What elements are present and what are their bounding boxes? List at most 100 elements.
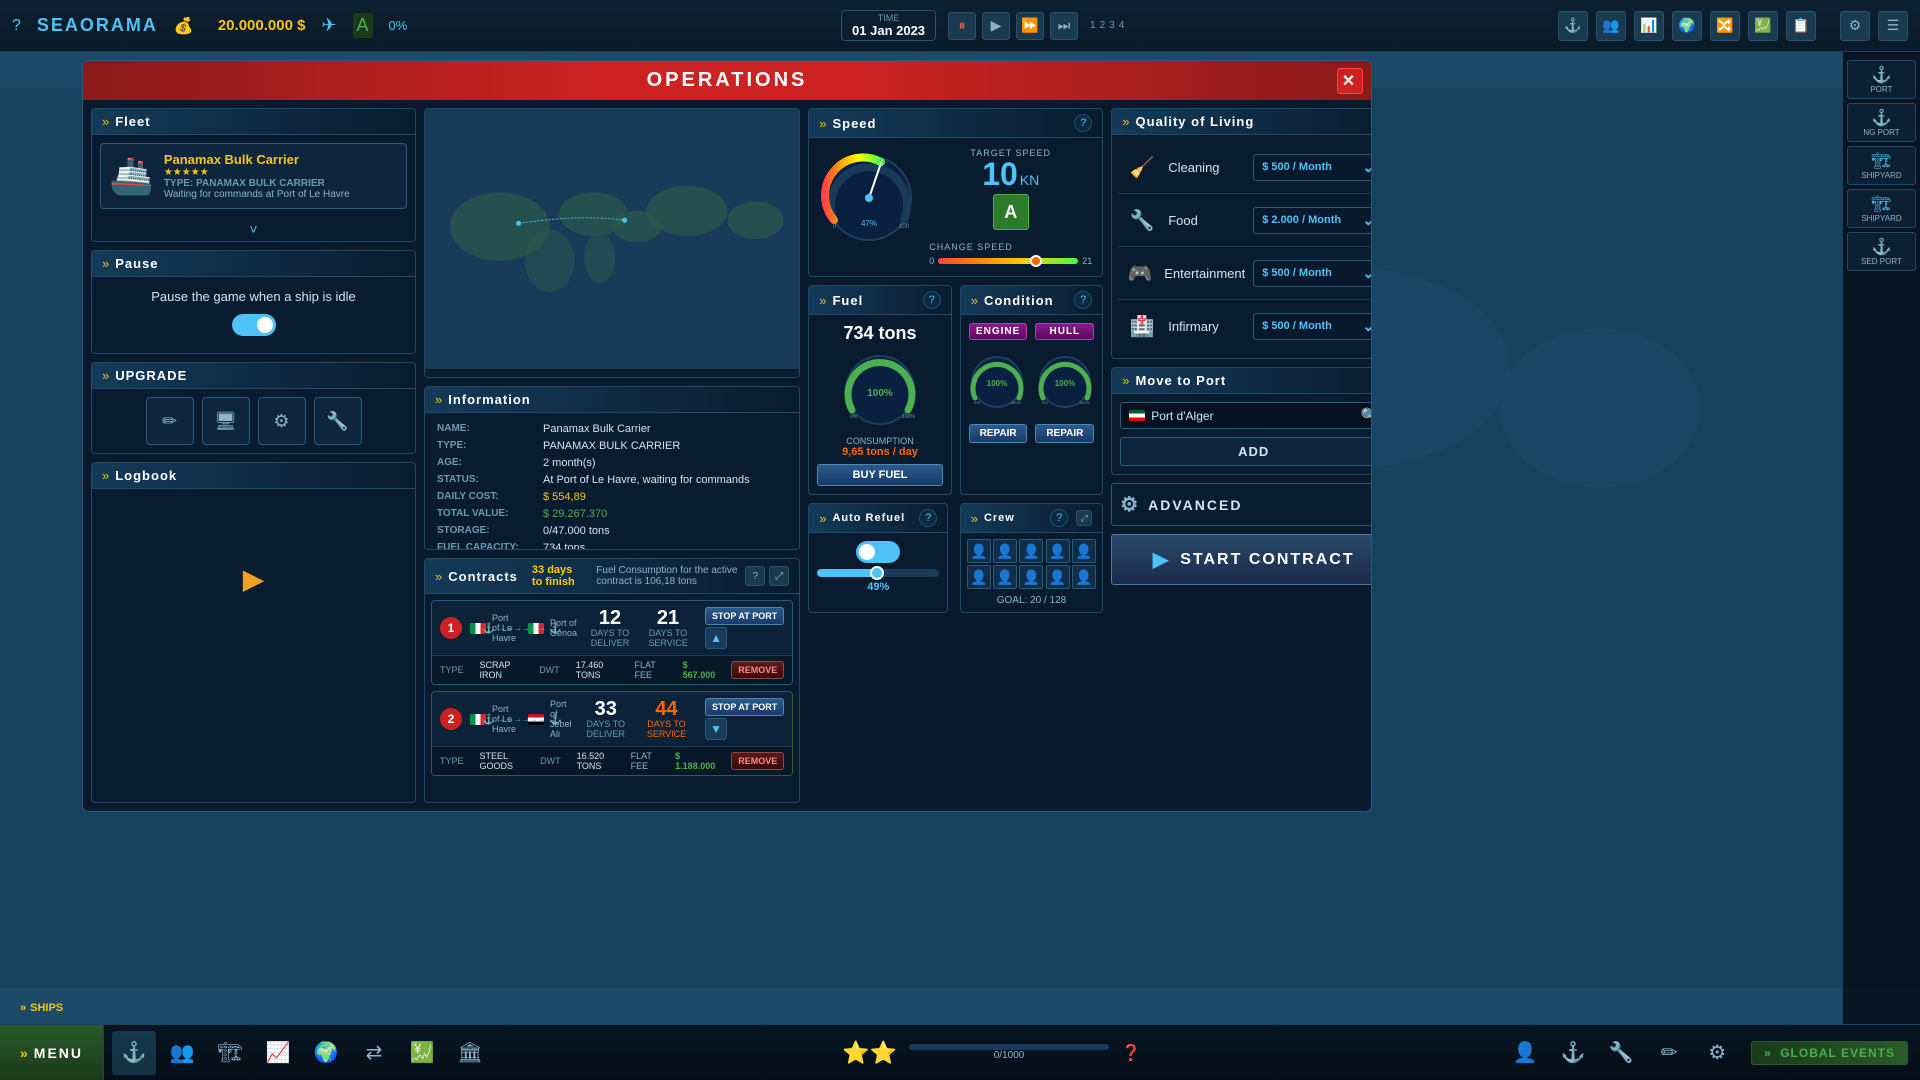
cleaning-cost-btn[interactable]: $ 500 / Month ⌄ (1253, 154, 1372, 181)
contract-2-stop-btn[interactable]: STOP AT PORT (705, 698, 784, 716)
top-icon-world[interactable]: 🌍 (1672, 11, 1702, 41)
ship-card[interactable]: 🚢 Panamax Bulk Carrier ★★★★★ TYPE: PANAM… (100, 143, 407, 209)
bottom-icon-chart[interactable]: 📈 (256, 1031, 300, 1075)
pause-btn[interactable]: ⏸ (948, 12, 976, 40)
speed-4x-btn[interactable]: ⏭ (1050, 12, 1078, 40)
top-icon-stats[interactable]: 📊 (1634, 11, 1664, 41)
infirmary-name: Infirmary (1168, 319, 1245, 334)
auto-speed-btn[interactable]: A (993, 194, 1029, 230)
contract-1-num: 1 (440, 617, 462, 639)
logbook-title: Logbook (115, 468, 177, 483)
engine-repair-btn[interactable]: REPAIR (969, 424, 1028, 443)
fuel-title: Fuel (832, 293, 863, 308)
question-icon[interactable]: ❓ (1121, 1043, 1141, 1063)
bottom-icon-person[interactable]: 👤 (1503, 1031, 1547, 1075)
infirmary-arrow: ⌄ (1362, 318, 1372, 335)
money-icon: 💰 (174, 16, 194, 36)
condition-help[interactable]: ? (1074, 291, 1092, 309)
bottom-icon-gear[interactable]: ⚙ (1695, 1031, 1739, 1075)
contracts-arrows: » (435, 569, 442, 584)
bottom-icon-finance[interactable]: 💹 (400, 1031, 444, 1075)
buy-fuel-btn[interactable]: BUY FUEL (817, 464, 943, 486)
condition-title: Condition (984, 293, 1054, 308)
upgrade-btn-3[interactable]: ⚙ (258, 397, 306, 445)
add-port-btn[interactable]: ADD (1120, 437, 1372, 466)
rs-port-2[interactable]: ⚓ NG PORT (1847, 103, 1916, 142)
food-icon: 🔧 (1124, 202, 1160, 238)
close-button[interactable]: ✕ (1337, 68, 1363, 94)
bottom-icon-port[interactable]: 🏛 (448, 1031, 492, 1075)
infirmary-cost-btn[interactable]: $ 500 / Month ⌄ (1253, 313, 1372, 340)
rs-port-3[interactable]: ⚓ SED PORT (1847, 232, 1916, 271)
bottom-icon-anchor[interactable]: ⚓ (1551, 1031, 1595, 1075)
advanced-btn[interactable]: ⚙ ADVANCED (1111, 483, 1372, 526)
upgrade-btn-4[interactable]: 🔧 (314, 397, 362, 445)
food-cost-btn[interactable]: $ 2.000 / Month ⌄ (1253, 207, 1372, 234)
ar-slider[interactable] (817, 569, 939, 577)
ar-help[interactable]: ? (919, 509, 937, 527)
info-age-value: 2 month(s) (543, 457, 596, 469)
hull-repair-btn[interactable]: REPAIR (1035, 424, 1094, 443)
hull-gauge-svg: 100% 0% 100% (1035, 352, 1095, 412)
fleet-expand-arrow[interactable]: ˅ (92, 217, 415, 241)
contract-1-expand-btn[interactable]: ▲ (705, 627, 727, 649)
play-btn[interactable]: ▶ (982, 12, 1010, 40)
contracts-help-icon[interactable]: ? (745, 566, 765, 586)
top-icon-menu[interactable]: ☰ (1878, 11, 1908, 41)
port-search-box[interactable]: 🔍 (1120, 402, 1372, 429)
bottom-icon-crew[interactable]: 👥 (160, 1031, 204, 1075)
upgrade-btn-2[interactable]: 🖥 (202, 397, 250, 445)
svg-text:100%: 100% (1055, 379, 1075, 388)
rs-shipyard-2[interactable]: 🏗 SHIPYARD (1847, 189, 1916, 228)
menu-btn[interactable]: » MENU (0, 1025, 104, 1080)
pause-toggle[interactable] (232, 314, 276, 336)
star-rating: ⭐⭐ (842, 1040, 897, 1066)
upgrade-btn-1[interactable]: ✏ (146, 397, 194, 445)
crew-expand-icon[interactable]: ⤢ (1076, 510, 1092, 526)
bottom-icon-ship[interactable]: ⚓ (112, 1031, 156, 1075)
bottom-icon-build[interactable]: 🏗 (208, 1031, 252, 1075)
pause-panel: » Pause Pause the game when a ship is id… (91, 250, 416, 354)
global-events-arrows: » (1764, 1046, 1772, 1060)
target-speed-value: 10 (982, 158, 1018, 190)
rs-port-1[interactable]: ⚓ PORT (1847, 60, 1916, 99)
bottom-icon-globe[interactable]: 🌍 (304, 1031, 348, 1075)
bottom-icon-pencil[interactable]: ✏ (1647, 1031, 1691, 1075)
start-contract-btn[interactable]: ▶ START CONTRACT (1111, 534, 1372, 585)
contract-1-stop-btn[interactable]: STOP AT PORT (705, 607, 784, 625)
top-icon-ships[interactable]: ⚓ (1558, 11, 1588, 41)
contract-2-expand-btn[interactable]: ▼ (705, 718, 727, 740)
contract-2-remove-btn[interactable]: REMOVE (731, 752, 784, 770)
toggle-track[interactable] (232, 314, 276, 336)
global-events-btn[interactable]: » GLOBAL EVENTS (1751, 1041, 1908, 1065)
help-icon[interactable]: ? (12, 17, 21, 35)
column-3: » Speed ? (808, 108, 1103, 803)
nav-icon-1[interactable]: ✈ (321, 15, 336, 36)
top-icon-trade[interactable]: 🔀 (1710, 11, 1740, 41)
contracts-expand-icon[interactable]: ⤢ (769, 566, 789, 586)
contract-2-days-service: 44 DAYS TO SERVICE (640, 699, 693, 739)
entertainment-cost-btn[interactable]: $ 500 / Month ⌄ (1253, 260, 1372, 287)
rs-shipyard-icon-2: 🏗 (1852, 194, 1911, 214)
crew-help[interactable]: ? (1050, 509, 1068, 527)
search-icon[interactable]: 🔍 (1361, 407, 1372, 424)
port-name-input[interactable] (1151, 409, 1355, 423)
ar-toggle-track[interactable] (856, 541, 900, 563)
rs-shipyard-1[interactable]: 🏗 SHIPYARD (1847, 146, 1916, 185)
nav-icon-2[interactable]: A (353, 13, 373, 38)
speed-2x-btn[interactable]: ⏩ (1016, 12, 1044, 40)
fuel-help[interactable]: ? (923, 291, 941, 309)
top-icon-settings[interactable]: ⚙ (1840, 11, 1870, 41)
top-icon-crew[interactable]: 👥 (1596, 11, 1626, 41)
operations-modal: OPERATIONS ✕ » Fleet 🚢 Panamax Bulk Carr… (82, 60, 1372, 812)
bottom-icon-trade[interactable]: ⇄ (352, 1031, 396, 1075)
info-content: NAME: Panamax Bulk Carrier TYPE: PANAMAX… (425, 413, 799, 550)
top-icon-contract[interactable]: 📋 (1786, 11, 1816, 41)
speed-slider-thumb (1030, 255, 1042, 267)
contract-1-remove-btn[interactable]: REMOVE (731, 661, 784, 679)
speed-slider[interactable] (938, 258, 1078, 264)
bottom-icon-tools[interactable]: 🔧 (1599, 1031, 1643, 1075)
top-icon-finance[interactable]: 💹 (1748, 11, 1778, 41)
speed-help[interactable]: ? (1074, 114, 1092, 132)
time-date: 01 Jan 2023 (852, 23, 925, 38)
